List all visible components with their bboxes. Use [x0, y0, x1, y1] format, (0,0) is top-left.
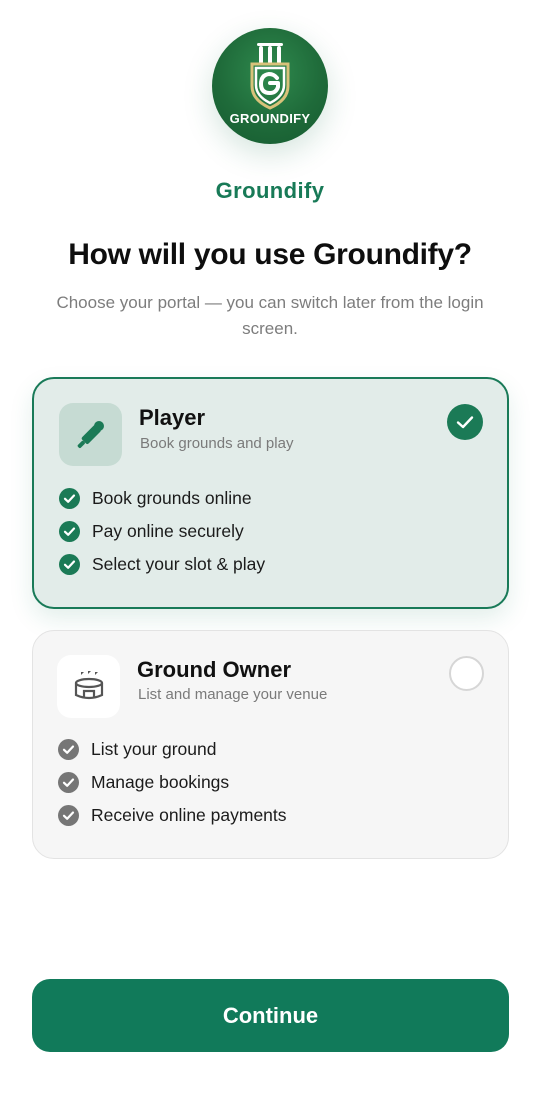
feature-label: Manage bookings — [91, 771, 230, 792]
logo-wordmark: GROUNDIFY — [229, 111, 311, 126]
feature-label: List your ground — [91, 738, 217, 759]
ground-owner-feature-item: Receive online payments — [58, 804, 287, 826]
player-feature-item: Pay online securely — [59, 520, 244, 542]
ground-owner-radio[interactable] — [449, 656, 484, 691]
groundify-logo: GROUNDIFY — [212, 28, 328, 144]
check-circle-icon — [58, 771, 79, 793]
feature-label: Select your slot & play — [92, 553, 266, 574]
check-circle-icon — [59, 487, 80, 509]
ground-owner-portal-card[interactable]: Ground Owner List and manage your venue … — [32, 630, 509, 859]
cricket-shield-logo-icon — [250, 43, 290, 110]
ground-owner-card-title: Ground Owner — [137, 657, 291, 682]
stadium-icon — [57, 655, 120, 718]
ground-owner-feature-item: List your ground — [58, 738, 217, 760]
check-circle-icon — [58, 804, 79, 826]
page-title: How will you use Groundify? — [68, 238, 472, 271]
feature-label: Book grounds online — [92, 487, 252, 508]
feature-label: Receive online payments — [91, 804, 287, 825]
player-selected-check-icon[interactable] — [447, 404, 483, 440]
cricket-bat-ball-icon — [59, 403, 122, 466]
check-circle-icon — [58, 738, 79, 760]
player-feature-item: Book grounds online — [59, 487, 252, 509]
check-circle-icon — [59, 553, 80, 575]
ground-owner-feature-item: Manage bookings — [58, 771, 229, 793]
continue-button[interactable]: Continue — [32, 979, 509, 1052]
player-feature-item: Select your slot & play — [59, 553, 265, 575]
feature-label: Pay online securely — [92, 520, 244, 541]
player-card-description: Book grounds and play — [140, 435, 294, 452]
page-subtitle: Choose your portal — you can switch late… — [56, 293, 484, 338]
ground-owner-card-description: List and manage your venue — [138, 686, 328, 703]
brand-name: Groundify — [215, 178, 325, 203]
portal-selection-screen: GROUNDIFY Groundify How will you use Gro… — [0, 0, 540, 1097]
player-card-title: Player — [139, 405, 206, 430]
player-portal-card[interactable]: Player Book grounds and play Book ground… — [32, 377, 509, 609]
check-circle-icon — [59, 520, 80, 542]
